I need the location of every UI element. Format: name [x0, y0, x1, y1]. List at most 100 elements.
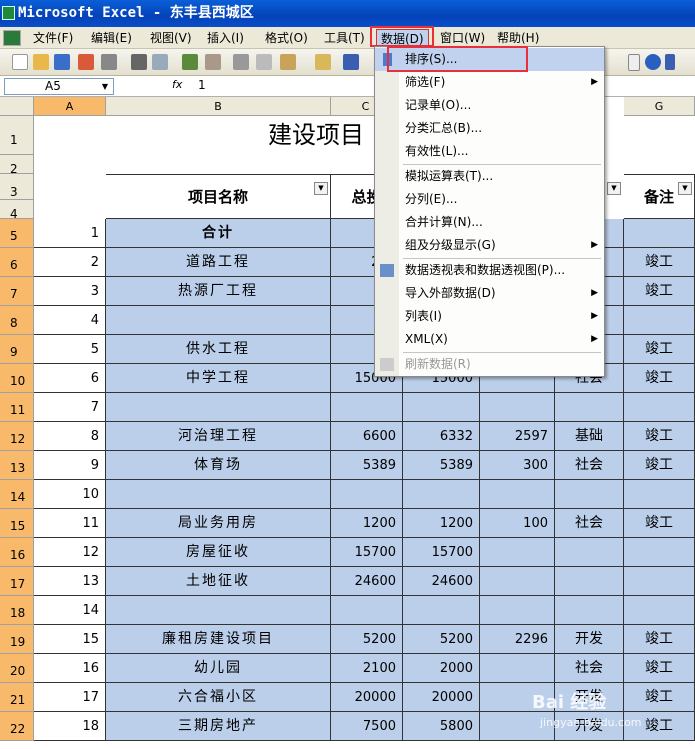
table-cell[interactable]: 2100 — [331, 654, 403, 683]
table-cell[interactable] — [331, 596, 403, 625]
menu-window[interactable]: 窗口(W) — [436, 29, 489, 47]
table-cell[interactable]: 合计 — [106, 219, 331, 248]
table-cell[interactable]: 社会 — [555, 509, 624, 538]
table-cell[interactable]: 基础 — [555, 422, 624, 451]
menu-item-list[interactable]: 列表(I) ▶ — [375, 305, 604, 328]
table-cell[interactable]: 开发 — [555, 625, 624, 654]
format-painter-icon[interactable] — [315, 54, 331, 70]
help-icon[interactable] — [645, 54, 661, 70]
table-cell[interactable] — [480, 393, 555, 422]
menu-item-group-outline[interactable]: 组及分级显示(G) ▶ — [375, 234, 604, 257]
table-cell[interactable] — [106, 480, 331, 509]
table-cell[interactable] — [624, 596, 695, 625]
menu-view[interactable]: 视图(V) — [146, 29, 196, 47]
table-cell[interactable]: 100 — [480, 509, 555, 538]
table-cell[interactable]: 2296 — [480, 625, 555, 654]
table-cell[interactable]: 竣工 — [624, 335, 695, 364]
research-icon[interactable] — [205, 54, 221, 70]
menu-item-filter[interactable]: 筛选(F) ▶ — [375, 71, 604, 94]
new-icon[interactable] — [12, 54, 28, 70]
spelling-icon[interactable] — [182, 54, 198, 70]
open-icon[interactable] — [33, 54, 49, 70]
table-cell[interactable]: 5 — [34, 335, 106, 364]
name-box-dropdown-icon[interactable]: ▼ — [97, 79, 113, 94]
table-cell[interactable] — [624, 480, 695, 509]
table-cell[interactable] — [555, 567, 624, 596]
column-header-b[interactable]: B — [106, 97, 331, 116]
table-cell[interactable] — [555, 393, 624, 422]
row-header[interactable]: 8 — [0, 306, 34, 335]
print-icon[interactable] — [131, 54, 147, 70]
table-cell[interactable]: 6600 — [331, 422, 403, 451]
row-header[interactable]: 19 — [0, 625, 34, 654]
table-cell[interactable]: 供水工程 — [106, 335, 331, 364]
table-cell[interactable]: 3 — [34, 277, 106, 306]
save-icon[interactable] — [54, 54, 70, 70]
row-header[interactable]: 17 — [0, 567, 34, 596]
table-cell[interactable]: 房屋征收 — [106, 538, 331, 567]
row-header[interactable]: 20 — [0, 654, 34, 683]
table-cell[interactable]: 局业务用房 — [106, 509, 331, 538]
autofilter-dropdown-icon[interactable]: ▼ — [607, 182, 621, 195]
table-cell[interactable]: 24600 — [403, 567, 480, 596]
table-cell[interactable]: 体育场 — [106, 451, 331, 480]
table-cell[interactable]: 竣工 — [624, 654, 695, 683]
table-cell[interactable] — [106, 306, 331, 335]
table-cell[interactable] — [403, 596, 480, 625]
table-cell[interactable]: 河治理工程 — [106, 422, 331, 451]
table-cell[interactable]: 5200 — [403, 625, 480, 654]
row-header[interactable]: 12 — [0, 422, 34, 451]
row-header[interactable]: 22 — [0, 712, 34, 741]
table-cell[interactable]: 竣工 — [624, 422, 695, 451]
table-cell[interactable]: 17 — [34, 683, 106, 712]
row-header[interactable]: 3 — [0, 174, 34, 200]
table-cell[interactable] — [555, 538, 624, 567]
table-cell[interactable]: 土地征收 — [106, 567, 331, 596]
table-cell[interactable] — [403, 393, 480, 422]
table-cell[interactable]: 道路工程 — [106, 248, 331, 277]
table-cell[interactable]: 幼儿园 — [106, 654, 331, 683]
table-cell[interactable] — [624, 538, 695, 567]
table-cell[interactable]: 竣工 — [624, 248, 695, 277]
table-cell[interactable]: 4 — [34, 306, 106, 335]
zoom-dropdown-icon[interactable] — [628, 54, 640, 71]
table-cell[interactable]: 1200 — [403, 509, 480, 538]
menu-item-import-external[interactable]: 导入外部数据(D) ▶ — [375, 282, 604, 305]
table-cell[interactable]: 5389 — [331, 451, 403, 480]
table-cell[interactable]: 廉租房建设项目 — [106, 625, 331, 654]
table-cell[interactable]: 9 — [34, 451, 106, 480]
menu-item-text-to-columns[interactable]: 分列(E)... — [375, 188, 604, 211]
email-icon[interactable] — [101, 54, 117, 70]
table-cell[interactable]: 5389 — [403, 451, 480, 480]
table-cell[interactable]: 1 — [34, 219, 106, 248]
table-cell[interactable]: 热源厂工程 — [106, 277, 331, 306]
row-header[interactable]: 7 — [0, 277, 34, 306]
row-header[interactable]: 13 — [0, 451, 34, 480]
table-cell[interactable]: 六合福小区 — [106, 683, 331, 712]
table-cell[interactable] — [480, 567, 555, 596]
table-cell[interactable]: 5800 — [403, 712, 480, 741]
table-cell[interactable]: 20000 — [331, 683, 403, 712]
table-cell[interactable]: 13 — [34, 567, 106, 596]
menu-help[interactable]: 帮助(H) — [493, 29, 543, 47]
workbook-icon[interactable] — [3, 30, 21, 46]
table-cell[interactable]: 竣工 — [624, 625, 695, 654]
menu-insert[interactable]: 插入(I) — [203, 29, 248, 47]
table-cell[interactable]: 20000 — [403, 683, 480, 712]
menu-item-subtotals[interactable]: 分类汇总(B)... — [375, 117, 604, 140]
table-cell[interactable]: 2597 — [480, 422, 555, 451]
table-cell[interactable]: 15700 — [403, 538, 480, 567]
table-cell[interactable]: 5200 — [331, 625, 403, 654]
table-cell[interactable] — [624, 567, 695, 596]
menu-item-form[interactable]: 记录单(O)... — [375, 94, 604, 117]
table-cell[interactable]: 7 — [34, 393, 106, 422]
table-cell[interactable]: 2 — [34, 248, 106, 277]
menu-item-consolidate[interactable]: 合并计算(N)... — [375, 211, 604, 234]
table-cell[interactable] — [555, 596, 624, 625]
row-header[interactable]: 18 — [0, 596, 34, 625]
row-header[interactable]: 14 — [0, 480, 34, 509]
table-cell[interactable]: 竣工 — [624, 509, 695, 538]
table-cell[interactable]: 6 — [34, 364, 106, 393]
table-cell[interactable] — [480, 480, 555, 509]
table-cell[interactable] — [480, 596, 555, 625]
